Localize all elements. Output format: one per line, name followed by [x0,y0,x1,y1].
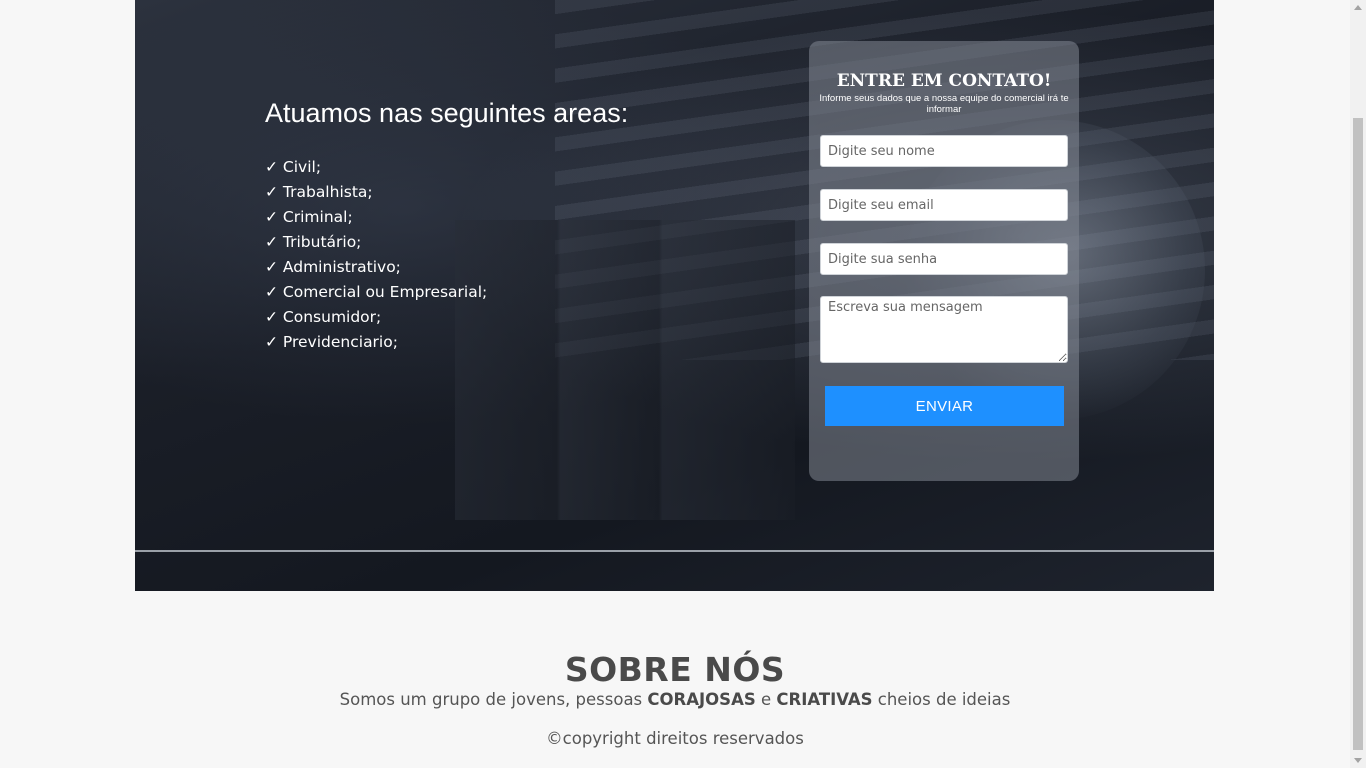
message-textarea[interactable] [820,296,1068,363]
contact-form: ENTRE EM CONTATO! Informe seus dados que… [809,41,1079,481]
page: Atuamos nas seguintes areas: ✓ Civil; ✓ … [0,0,1350,768]
scrollbar-thumb[interactable] [1353,118,1363,750]
hero-background-books [455,220,795,520]
about-bold-criativas: CRIATIVAS [776,690,873,709]
email-input[interactable] [820,189,1068,221]
about-text-part1: Somos um grupo de jovens, pessoas [339,690,648,709]
name-input[interactable] [820,135,1068,167]
area-item-trabalhista: ✓ Trabalhista; [265,183,373,201]
about-bold-corajosas: CORAJOSAS [647,690,756,709]
area-item-consumidor: ✓ Consumidor; [265,308,382,326]
area-item-administrativo: ✓ Administrativo; [265,258,401,276]
send-button[interactable]: ENVIAR [825,386,1064,426]
copyright-text: ©copyright direitos reservados [546,729,804,748]
about-text-part2: e [755,690,777,709]
area-item-criminal: ✓ Criminal; [265,208,353,226]
vertical-scrollbar[interactable] [1350,0,1366,768]
scroll-down-arrow-icon[interactable] [1354,758,1362,763]
area-item-tributario: ✓ Tributário; [265,233,362,251]
scroll-up-arrow-icon[interactable] [1354,5,1362,10]
areas-list: ✓ Civil; ✓ Trabalhista; ✓ Criminal; ✓ Tr… [265,155,487,355]
about-title: SOBRE NÓS [564,650,786,689]
area-item-previdenciario: ✓ Previdenciario; [265,333,398,351]
contact-subtitle: Informe seus dados que a nossa equipe do… [819,93,1069,115]
about-text: Somos um grupo de jovens, pessoas CORAJO… [0,690,1350,709]
contact-title: ENTRE EM CONTATO! [836,71,1052,91]
hero-section: Atuamos nas seguintes areas: ✓ Civil; ✓ … [135,0,1214,591]
areas-title: Atuamos nas seguintes areas: [265,98,629,128]
area-item-comercial: ✓ Comercial ou Empresarial; [265,283,488,301]
hero-divider [135,550,1214,552]
password-input[interactable] [820,243,1068,275]
about-text-part3: cheios de ideias [872,690,1011,709]
area-item-civil: ✓ Civil; [265,158,322,176]
